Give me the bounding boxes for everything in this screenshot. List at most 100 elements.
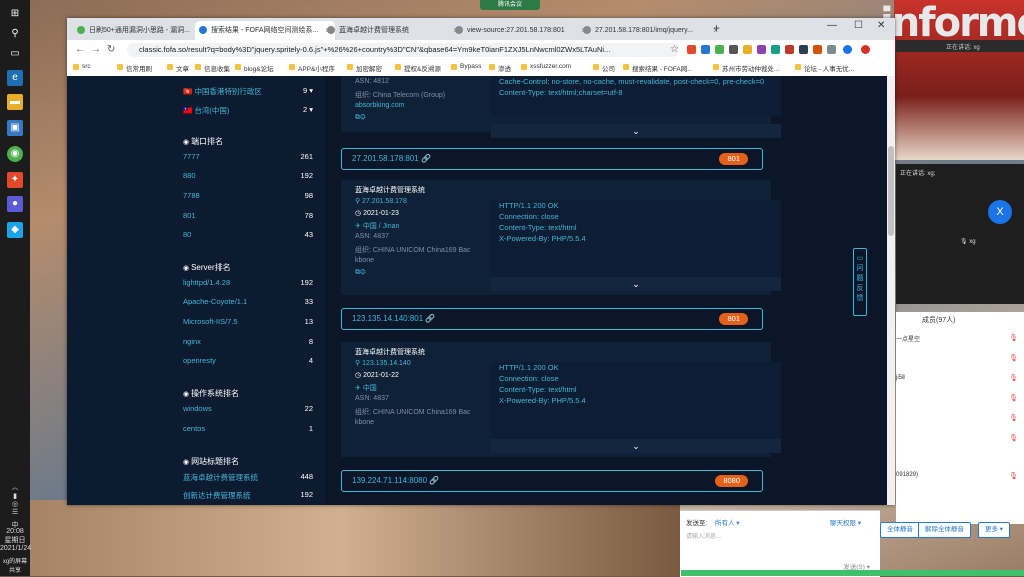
- server-row[interactable]: Apache-Coyote/1.1 33: [183, 297, 313, 306]
- result-title[interactable]: 蓝海卓越计费管理系统: [355, 347, 425, 357]
- chat-recipient-select[interactable]: 所有人 ▾: [715, 517, 740, 527]
- server-row[interactable]: Microsoft-IIS/7.5 13: [183, 317, 313, 326]
- meeting-top-bar[interactable]: 腾讯会议: [480, 0, 540, 10]
- mic-muted-icon[interactable]: 🎙: [1009, 394, 1018, 402]
- windows-start-icon[interactable]: ⊞: [7, 6, 23, 22]
- member-row[interactable]: 091829) 🎙: [896, 472, 1024, 480]
- location-row[interactable]: ✈ 中国: [355, 383, 377, 393]
- ip-row[interactable]: ⚲ 123.135.14.140: [355, 359, 411, 367]
- tray-icons[interactable]: ︿ ▮ ◎ ☰: [0, 482, 30, 516]
- app2-icon[interactable]: ●: [7, 196, 23, 212]
- bookmark-item[interactable]: 苏州市劳动仲裁处...: [713, 63, 779, 73]
- address-bar[interactable]: classic.fofa.so/result?q=body%3D"jquery.…: [127, 43, 679, 57]
- country-row[interactable]: 🇹🇼 台湾(中国) 2 ▾: [183, 105, 313, 116]
- os-row[interactable]: windows 22: [183, 404, 313, 413]
- back-icon[interactable]: ←: [75, 44, 85, 55]
- mic-muted-icon[interactable]: 🎙: [1009, 354, 1018, 362]
- site-title-row[interactable]: 蓝海卓越计费管理系统 448: [183, 472, 313, 483]
- reload-icon[interactable]: ↻: [107, 44, 115, 55]
- mic-muted-icon[interactable]: 🎙: [1009, 434, 1018, 442]
- chrome-icon[interactable]: ◉: [7, 146, 23, 162]
- chat-input[interactable]: 请输入消息...: [686, 531, 721, 540]
- clock[interactable]: 20:08 星期日 2021/1/24: [0, 528, 31, 552]
- extension-icon[interactable]: [715, 45, 724, 54]
- member-row[interactable]: ji5Ⅱ 🎙: [896, 374, 1024, 382]
- bookmark-item[interactable]: 信常用刷: [117, 63, 152, 73]
- tab-1[interactable]: 日刷50+通用漏洞小思路 - 漏洞...×: [73, 21, 207, 40]
- bookmark-item[interactable]: 公司: [593, 63, 615, 73]
- search-icon[interactable]: ⚲: [7, 26, 23, 42]
- chevron-down-icon[interactable]: ⌄: [491, 277, 781, 291]
- update-icon[interactable]: [861, 45, 870, 54]
- folder-icon[interactable]: ▬: [7, 94, 23, 110]
- burp-icon[interactable]: ✦: [7, 172, 23, 188]
- extension-icon[interactable]: [771, 45, 780, 54]
- port-row[interactable]: 7777 261: [183, 152, 313, 161]
- mute-all-button[interactable]: 全体静音: [880, 522, 920, 538]
- extension-icon[interactable]: [757, 45, 766, 54]
- bookmark-item[interactable]: 搜索结果 - FOFA网...: [623, 63, 693, 73]
- tab-2[interactable]: 搜索结果 - FOFA网络空间测绘系...×: [195, 21, 335, 40]
- more-button[interactable]: 更多 ▾: [978, 522, 1011, 538]
- server-row[interactable]: openresty 4: [183, 356, 313, 365]
- bookmark-item[interactable]: 文章: [167, 63, 189, 73]
- bookmark-star-icon[interactable]: ☆: [670, 44, 679, 55]
- bookmark-item[interactable]: xssfuzzer.com: [521, 63, 571, 70]
- ip-link[interactable]: 123.135.14.140:801 🔗: [352, 314, 435, 323]
- chat-permission-select[interactable]: 聊天权限 ▾: [830, 517, 861, 527]
- unmute-all-button[interactable]: 解除全体静音: [918, 522, 971, 538]
- puzzle-icon[interactable]: [827, 45, 836, 54]
- country-row[interactable]: 🇭🇰 中国香港特别行政区 9 ▾: [183, 86, 313, 97]
- app-icon[interactable]: ▣: [7, 120, 23, 136]
- extension-icon[interactable]: [701, 45, 710, 54]
- tab-5[interactable]: 27.201.58.178:801/imq/jquery... ×: [579, 21, 723, 40]
- port-row[interactable]: 880 192: [183, 171, 313, 180]
- port-row[interactable]: 80 43: [183, 230, 313, 239]
- bookmark-item[interactable]: 信息收集: [195, 63, 230, 73]
- maximize-button[interactable]: ☐: [854, 20, 863, 31]
- site-title-row[interactable]: 创新达计费管理系统 192: [183, 490, 313, 501]
- port-row[interactable]: 801 78: [183, 211, 313, 220]
- server-row[interactable]: lighttpd/1.4.28 192: [183, 278, 313, 287]
- mic-muted-icon[interactable]: 🎙: [1009, 414, 1018, 422]
- bookmark-item[interactable]: APP&小程序: [289, 63, 335, 73]
- port-badge[interactable]: 801: [719, 153, 748, 165]
- forward-icon[interactable]: →: [91, 44, 101, 55]
- member-row[interactable]: 一点星空 🎙: [896, 334, 1024, 343]
- bookmark-item[interactable]: Bypass: [451, 63, 481, 70]
- edge-icon[interactable]: e: [7, 70, 23, 86]
- tab-4[interactable]: view-source:27.201.58.178:801×: [451, 21, 591, 40]
- extension-icon[interactable]: [785, 45, 794, 54]
- ip-bar[interactable]: 139.224.71.114:8080 🔗 8080: [341, 470, 763, 492]
- mic-muted-icon[interactable]: 🎙: [1009, 374, 1018, 382]
- domain-link[interactable]: absorbking.com: [355, 102, 404, 109]
- meeting-video-window[interactable]: 正在讲话: xg; X 🎙 xg: [896, 164, 1024, 304]
- profile-avatar[interactable]: [843, 45, 852, 54]
- port-badge[interactable]: 8080: [715, 475, 748, 487]
- os-row[interactable]: centos 1: [183, 424, 313, 433]
- bookmark-item[interactable]: 论坛 - 人事无忧...: [795, 63, 854, 73]
- bookmark-item[interactable]: src: [73, 63, 91, 70]
- extension-icon[interactable]: [729, 45, 738, 54]
- ip-link[interactable]: 27.201.58.178:801 🔗: [352, 154, 431, 163]
- ip-bar[interactable]: 123.135.14.140:801 🔗 801: [341, 308, 763, 330]
- port-row[interactable]: 7788 98: [183, 191, 313, 200]
- copy-icon[interactable]: ⧉⚙: [355, 114, 366, 122]
- ip-bar[interactable]: 27.201.58.178:801 🔗 801: [341, 148, 763, 170]
- location-row[interactable]: ✈ 中国 / Jinan: [355, 221, 399, 231]
- tencent-meeting-icon[interactable]: ◆: [7, 222, 23, 238]
- minimize-button[interactable]: —: [827, 20, 837, 31]
- mic-muted-icon[interactable]: 🎙: [1009, 334, 1018, 342]
- new-tab-button[interactable]: +: [713, 21, 720, 35]
- feedback-button[interactable]: ▭ 问题反馈: [853, 248, 867, 316]
- page-scrollbar[interactable]: [887, 76, 895, 505]
- chevron-down-icon[interactable]: ⌄: [491, 124, 781, 138]
- ip-row[interactable]: ⚲ 27.201.58.178: [355, 197, 407, 205]
- tab-3[interactable]: 蓝海卓越计费管理系统×: [323, 21, 463, 40]
- bookmark-item[interactable]: blog&论坛: [235, 63, 274, 73]
- task-view-icon[interactable]: ▭: [7, 46, 23, 62]
- extension-icon[interactable]: [687, 45, 696, 54]
- bookmark-item[interactable]: 加密解密: [347, 63, 382, 73]
- copy-icon[interactable]: ⧉⚙: [355, 269, 366, 277]
- server-row[interactable]: nginx 8: [183, 337, 313, 346]
